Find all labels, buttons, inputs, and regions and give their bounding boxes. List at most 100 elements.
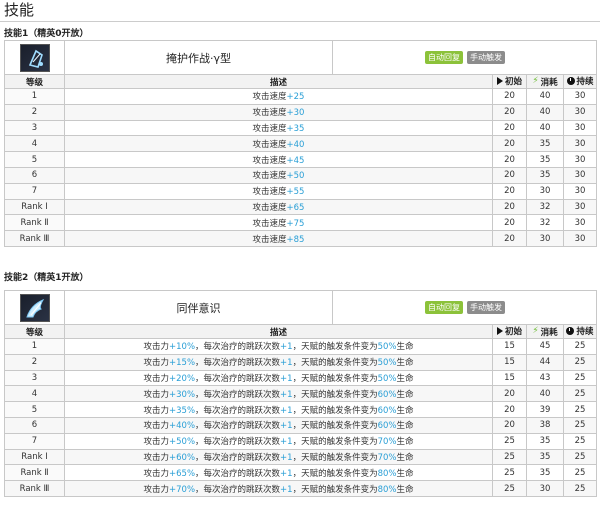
row-init: 15 [492,353,527,371]
desc-text: ，每次治疗的跳跃次数 [195,373,281,384]
desc-value: +55 [286,187,305,198]
desc-hp-value: 50% [377,373,397,384]
col-duration: 持续 [563,74,598,89]
lightning-icon: ⚡ [532,76,539,86]
row-desc: 攻击力+40%，每次治疗的跳跃次数+1，天赋的触发条件变为60%生命 [64,416,493,434]
row-init: 20 [492,135,528,153]
desc-text: ，天赋的触发条件变为 [292,373,378,384]
desc-value: +65 [286,202,305,213]
desc-hp-value: 80% [377,468,397,479]
row-level: 2 [4,353,65,371]
row-duration: 30 [563,166,598,184]
desc-text: ，每次治疗的跳跃次数 [195,452,281,463]
row-cost: 35 [526,464,564,482]
desc-hp-value: 50% [377,358,397,369]
col-desc: 描述 [64,324,493,339]
skill2-tag-auto-recovery: 自动回复 [425,301,463,314]
table-row: Rank Ⅱ 攻击速度+75 20 32 30 [4,214,598,232]
desc-text: 攻击速度 [252,92,287,103]
desc-text: 攻击速度 [252,171,287,182]
row-duration: 30 [563,214,598,232]
desc-jump-value: +1 [280,342,293,353]
table-row: 3 攻击力+20%，每次治疗的跳跃次数+1，天赋的触发条件变为50%生命 15 43 2… [4,369,597,387]
desc-text: 攻击力 [143,421,169,432]
desc-text: 攻击速度 [252,155,287,166]
row-duration: 30 [563,88,598,105]
table-row: Rank Ⅱ 攻击力+65%，每次治疗的跳跃次数+1，天赋的触发条件变为80%生命… [4,464,597,482]
desc-text: 攻击力 [143,373,169,384]
desc-text: 攻击力 [143,452,169,463]
desc-text: ，每次治疗的跳跃次数 [195,405,281,416]
play-icon [497,77,503,85]
row-init: 20 [492,214,528,232]
desc-atk-value: +60% [169,452,196,463]
row-level: 5 [4,151,65,168]
desc-value: +25 [286,92,305,103]
row-cost: 40 [526,385,564,403]
desc-hp-value: 60% [377,389,397,400]
desc-text: 攻击速度 [252,139,287,150]
row-cost: 30 [526,480,564,497]
desc-value: +50 [286,171,305,182]
col-cost: ⚡ 消耗 [526,324,564,339]
row-duration: 25 [563,353,597,371]
row-cost: 32 [526,214,565,232]
desc-text: ，天赋的触发条件变为 [292,452,378,463]
row-desc: 攻击速度+40 [63,135,494,153]
table-row: 2 攻击速度+30 20 40 30 [4,103,598,121]
row-level: Rank Ⅰ [4,448,65,466]
row-duration: 30 [563,135,598,153]
row-level: 6 [4,416,65,434]
table-row: 2 攻击力+15%，每次治疗的跳跃次数+1，天赋的触发条件变为50%生命 15 44 2… [4,353,597,371]
row-cost: 40 [526,103,565,121]
table-row: 1 攻击力+10%，每次治疗的跳跃次数+1，天赋的触发条件变为50%生命 15 45 2… [4,338,597,355]
row-desc: 攻击力+60%，每次治疗的跳跃次数+1，天赋的触发条件变为70%生命 [64,448,493,466]
row-desc: 攻击力+35%，每次治疗的跳跃次数+1，天赋的触发条件变为60%生命 [64,401,493,418]
row-cost: 35 [526,432,564,450]
desc-atk-value: +35% [169,405,196,416]
desc-text: 生命 [396,405,414,416]
row-level: 6 [4,166,65,184]
desc-text: 攻击速度 [252,218,287,229]
skill2-icon-cell [4,290,65,325]
row-cost: 45 [526,338,564,355]
table-row: 1 攻击速度+25 20 40 30 [4,88,598,105]
desc-text: ，天赋的触发条件变为 [292,421,378,432]
skill1-tag-auto-recovery: 自动回复 [425,51,464,64]
desc-jump-value: +1 [280,468,293,479]
desc-hp-value: 60% [377,421,397,432]
col-desc: 描述 [63,74,494,89]
desc-value: +45 [286,155,305,166]
row-desc: 攻击速度+65 [63,198,494,216]
row-level: Rank Ⅱ [4,464,65,482]
row-duration: 30 [563,182,598,200]
table-row: 7 攻击速度+55 20 30 30 [4,182,598,200]
row-cost: 40 [526,119,565,137]
desc-text: 攻击速度 [252,202,287,213]
desc-jump-value: +1 [280,484,293,495]
row-desc: 攻击速度+55 [63,182,494,200]
row-level: 3 [4,369,65,387]
desc-jump-value: +1 [280,358,293,369]
row-level: 1 [4,338,65,355]
desc-text: 生命 [396,437,414,448]
desc-text: 攻击力 [143,484,169,495]
row-init: 15 [492,369,527,387]
desc-text: ，天赋的触发条件变为 [292,389,378,400]
skill1-table: 掩护作战·γ型 自动回复 手动触发 等级 描述 初始 ⚡ 消耗 持续 1 攻击速度+2… [4,40,598,247]
row-init: 20 [492,385,527,403]
table-row: 4 攻击速度+40 20 35 30 [4,135,598,153]
row-duration: 25 [563,369,597,387]
desc-jump-value: +1 [280,437,293,448]
skill1-icon-cell [4,40,65,75]
skill2-tag-manual-trigger: 手动触发 [467,301,505,314]
title-divider [0,21,600,22]
desc-atk-value: +20% [169,373,196,384]
col-init: 初始 [492,324,527,339]
row-cost: 35 [526,135,565,153]
row-desc: 攻击力+65%，每次治疗的跳跃次数+1，天赋的触发条件变为80%生命 [64,464,493,482]
desc-text: ，天赋的触发条件变为 [292,468,378,479]
row-init: 20 [492,198,528,216]
row-level: 4 [4,135,65,153]
desc-atk-value: +30% [169,389,196,400]
